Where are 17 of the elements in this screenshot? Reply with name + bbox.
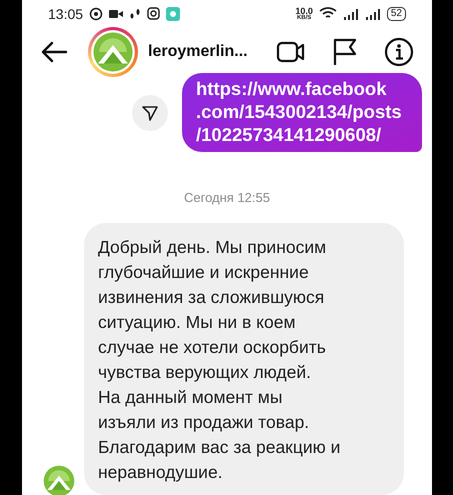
back-arrow-icon[interactable] [40, 40, 68, 64]
send-icon[interactable] [141, 104, 159, 122]
logo-icon [90, 29, 136, 75]
status-time: 13:05 [48, 6, 84, 22]
instagram-icon [147, 7, 160, 20]
app-icon [166, 6, 180, 20]
username[interactable]: leroymerlin... [148, 43, 252, 61]
wifi-icon [318, 7, 337, 20]
camera-icon [109, 8, 124, 18]
message-bubble: Добрый день. Мы приносим глубочайшие и искренние извинения за сложившуюся ситуацию. Мы ни в коем случае не хотели оскорбить чувства верующих людей. На данный момент мы изъяли из продажи товар. Благодарим вас за реакцию и неравнодушие. [84, 223, 404, 495]
signal-icon [342, 8, 359, 20]
signal-icon [364, 8, 381, 20]
timestamp: Сегодня 12:55 [183, 190, 271, 205]
battery-level: 52 [386, 6, 406, 20]
footsteps-icon [129, 8, 142, 20]
message-bubble: https://www.facebook .com/1543002134/posts /10225734141290608/ [182, 73, 422, 152]
info-icon[interactable] [384, 37, 414, 67]
